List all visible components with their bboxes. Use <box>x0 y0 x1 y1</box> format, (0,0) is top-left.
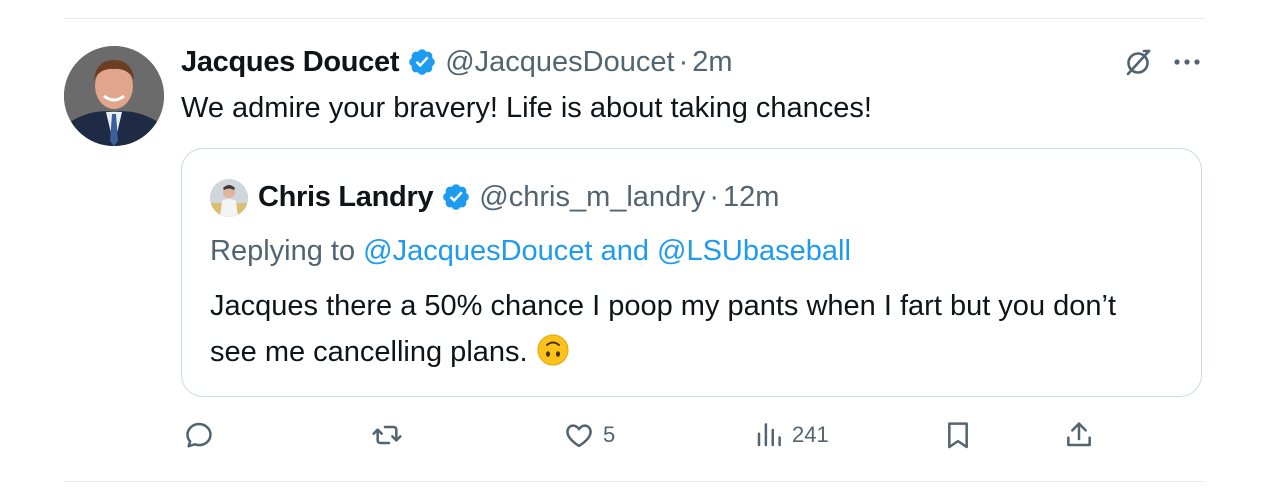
quoted-header: Chris Landry @chris_m_landry · 12m <box>258 175 779 219</box>
author-name[interactable]: Jacques Doucet <box>181 46 400 79</box>
quoted-tweet-text: Jacques there a 50% chance I poop my pan… <box>210 283 1170 375</box>
quoted-avatar[interactable] <box>210 179 248 217</box>
reply-button[interactable] <box>183 414 223 456</box>
like-button[interactable]: 5 <box>563 414 615 456</box>
views-button[interactable]: 241 <box>754 414 829 456</box>
quoted-tweet-time[interactable]: 12m <box>723 181 779 214</box>
top-divider <box>64 18 1204 19</box>
replying-to: Replying to @JacquesDoucet and @LSUbaseb… <box>210 231 851 271</box>
upside-down-face-icon <box>536 333 570 367</box>
grok-icon[interactable] <box>1122 46 1154 78</box>
action-bar: 5 241 <box>0 414 1280 456</box>
mention-link[interactable]: @LSUbaseball <box>657 235 851 267</box>
like-count: 5 <box>603 422 616 447</box>
share-icon <box>1063 419 1095 451</box>
tweet-text: We admire your bravery! Life is about ta… <box>181 92 872 124</box>
verified-badge-icon[interactable] <box>441 182 471 212</box>
author-handle[interactable]: @JacquesDoucet <box>445 46 674 79</box>
heart-icon <box>563 419 595 451</box>
views-count: 241 <box>792 422 829 447</box>
verified-badge-icon[interactable] <box>407 47 437 77</box>
quoted-author-handle[interactable]: @chris_m_landry <box>479 181 705 214</box>
quoted-author-name[interactable]: Chris Landry <box>258 181 434 214</box>
mention-link[interactable]: @JacquesDoucet <box>363 235 592 267</box>
tweet-header: Jacques Doucet @JacquesDoucet · 2m <box>181 40 733 84</box>
retweet-icon <box>370 419 404 451</box>
retweet-button[interactable] <box>370 414 412 456</box>
replying-conjunction: and <box>600 235 649 267</box>
separator-dot: · <box>678 45 689 78</box>
views-icon <box>754 419 784 451</box>
tweet-time[interactable]: 2m <box>692 46 732 79</box>
more-options-icon[interactable] <box>1170 48 1204 76</box>
avatar[interactable] <box>64 46 164 146</box>
bottom-divider <box>64 481 1204 482</box>
separator-dot: · <box>709 180 720 213</box>
quoted-text-content: Jacques there a 50% chance I poop my pan… <box>210 290 1117 368</box>
share-button[interactable] <box>1063 414 1095 456</box>
replying-prefix: Replying to <box>210 235 356 267</box>
bookmark-icon <box>942 419 974 451</box>
reply-icon <box>183 419 215 451</box>
bookmark-button[interactable] <box>942 414 974 456</box>
quoted-tweet[interactable]: Chris Landry @chris_m_landry · 12m Reply… <box>181 148 1202 397</box>
